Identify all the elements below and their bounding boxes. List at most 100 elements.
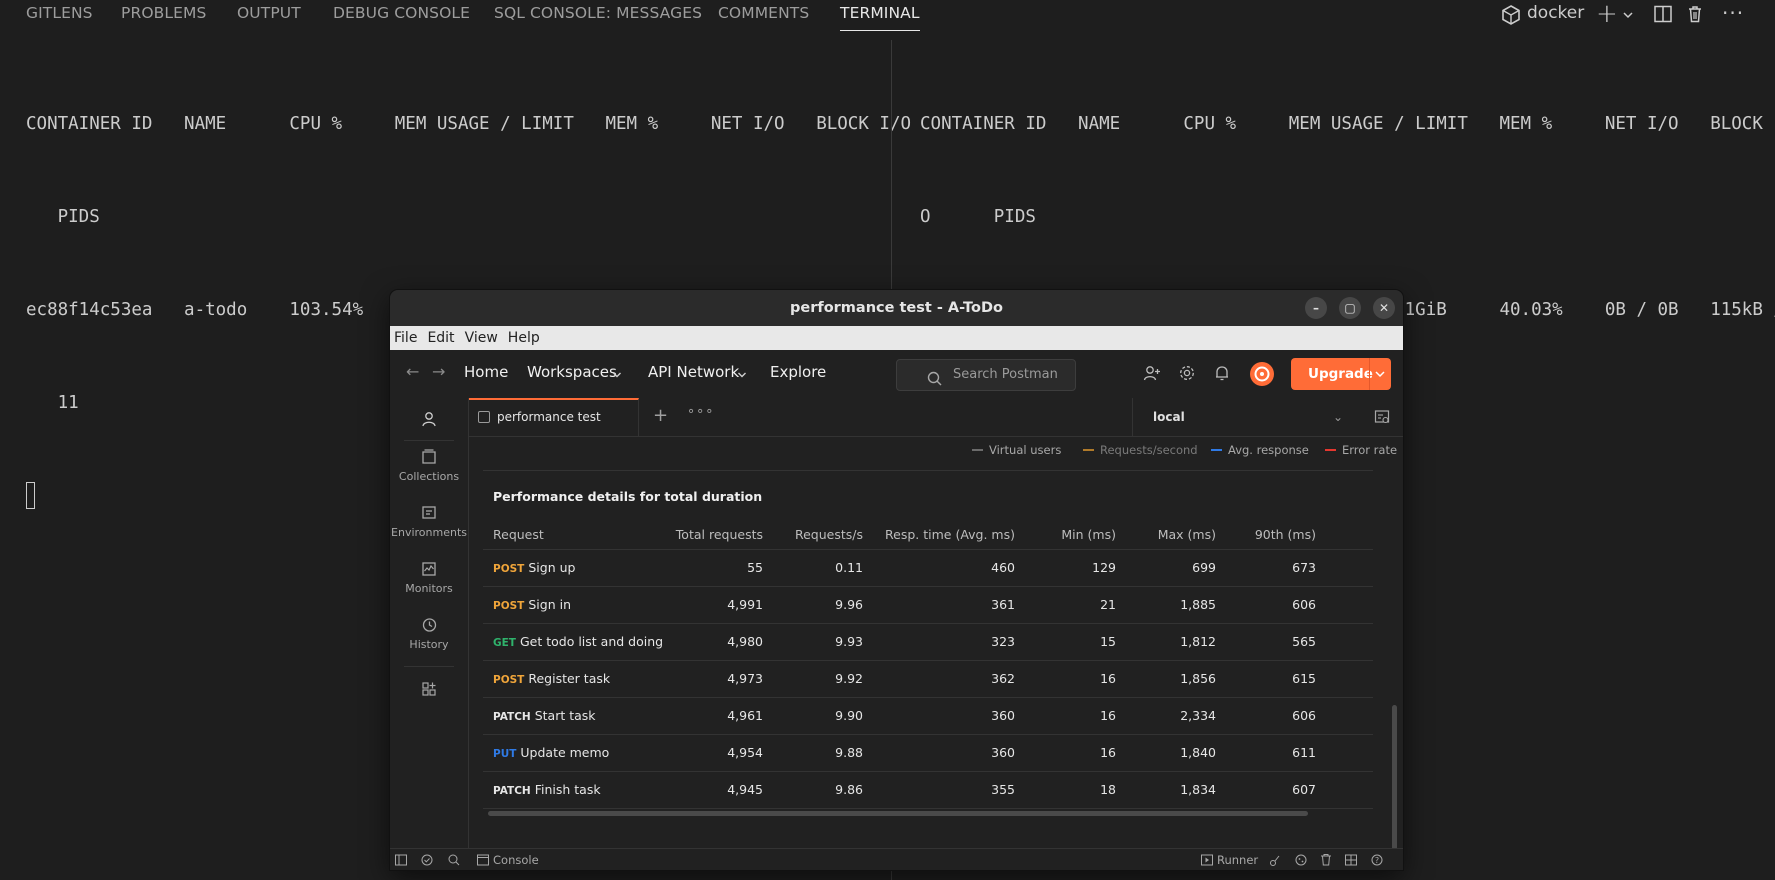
legend-item: Avg. response [1211,443,1309,457]
environment-selector[interactable]: local ⌄ [1132,398,1355,436]
sidebar-item-history[interactable]: History [390,616,468,651]
tab-comments[interactable]: COMMENTS [718,4,809,22]
more-tabs-icon[interactable]: ∘∘∘ [687,404,714,419]
sidebar-item-environments[interactable]: Environments [390,504,468,539]
online-status-icon[interactable] [421,849,433,870]
avatar[interactable] [1250,362,1274,386]
upgrade-button[interactable]: Upgrade [1291,358,1391,390]
minimize-icon[interactable]: – [1305,297,1327,319]
min-cell: 18 [1100,782,1116,797]
bell-icon[interactable] [1213,364,1231,386]
sidebar-item-collections[interactable]: Collections [390,448,468,483]
requests-per-second-cell: 9.92 [835,671,863,686]
min-cell: 21 [1100,597,1116,612]
terminal-profile-label[interactable]: docker [1527,3,1584,23]
menu-edit[interactable]: Edit [427,330,454,346]
trash-icon[interactable] [1685,4,1705,28]
total-requests-cell: 4,973 [727,671,763,686]
tab-performance-test[interactable]: performance test [469,398,639,436]
performance-results: Virtual users Requests/second Avg. respo… [469,437,1403,848]
avg-response-cell: 355 [991,782,1015,797]
chevron-down-icon[interactable] [612,366,622,384]
cookies-icon[interactable] [1295,849,1307,870]
more-actions-icon[interactable]: ··· [1722,1,1744,25]
legend-label: Error rate [1342,443,1398,457]
menu-view[interactable]: View [465,330,498,346]
avg-response-cell: 362 [991,671,1015,686]
vertical-scrollbar[interactable] [1392,705,1397,850]
tab-sql-console-messages[interactable]: SQL CONSOLE: MESSAGES [494,4,702,22]
table-row[interactable]: POST Sign in 4,991 9.96 361 21 1,885 606 [483,587,1373,624]
search-input[interactable]: Search Postman [896,359,1076,391]
table-row[interactable]: PATCH Start task 4,961 9.90 360 16 2,334 606 [483,698,1373,735]
search-placeholder: Search Postman [953,367,1058,382]
two-pane-view-icon[interactable] [1345,849,1357,870]
capture-requests-icon[interactable] [1269,849,1281,870]
table-row[interactable]: POST Register task 4,973 9.92 362 16 1,856 615 [483,661,1373,698]
toggle-sidebar-icon[interactable] [395,849,407,870]
gear-icon[interactable] [1178,364,1196,386]
console-button[interactable]: Console [493,849,539,870]
environment-quick-look-icon[interactable] [1374,409,1390,429]
menu-file[interactable]: File [394,330,417,346]
column-header: Resp. time (Avg. ms) [885,527,1015,542]
legend-item: Virtual users [972,443,1061,457]
tab-problems[interactable]: PROBLEMS [121,4,206,22]
search-icon [927,368,942,398]
avg-response-cell: 323 [991,634,1015,649]
invite-user-icon[interactable] [1143,364,1161,386]
terminal-profile-selector[interactable] [1500,4,1522,30]
configure-sidebar-icon[interactable] [390,680,468,702]
menu-help[interactable]: Help [508,330,540,346]
min-cell: 129 [1092,560,1116,575]
maximize-icon[interactable]: ▢ [1339,297,1361,319]
horizontal-scrollbar[interactable] [488,811,1308,816]
nav-workspaces[interactable]: Workspaces [527,363,617,381]
tab-gitlens[interactable]: GITLENS [26,4,93,22]
window-title: performance test - A-ToDo [790,300,1003,316]
split-terminal-icon[interactable] [1653,4,1673,28]
console-icon[interactable] [477,849,489,870]
request-name: Register task [528,671,611,686]
requests-per-second-cell: 9.96 [835,597,863,612]
window-titlebar[interactable]: performance test - A-ToDo – ▢ ✕ [390,290,1403,326]
new-terminal-icon[interactable]: + [1596,0,1618,29]
min-cell: 16 [1100,745,1116,760]
close-icon[interactable]: ✕ [1373,297,1395,319]
forward-arrow-icon[interactable]: → [432,362,445,381]
chevron-down-icon[interactable] [737,366,747,384]
sidebar: Collections Environments Monitors Histor… [390,398,469,848]
table-row[interactable]: PUT Update memo 4,954 9.88 360 16 1,840 611 [483,735,1373,772]
chevron-down-icon[interactable] [1622,6,1634,25]
table-row[interactable]: POST Sign up 55 0.11 460 129 699 673 [483,550,1373,587]
find-icon[interactable] [448,849,460,870]
runner-button[interactable]: Runner [1217,849,1258,870]
request-name: Sign up [528,560,576,575]
table-header: Request Total requests Requests/s Resp. … [483,519,1373,550]
new-tab-icon[interactable]: + [653,405,668,426]
total-requests-cell: 4,980 [727,634,763,649]
requests-per-second-cell: 9.90 [835,708,863,723]
sidebar-item-label: History [409,638,449,651]
runner-icon[interactable] [1201,849,1213,870]
help-icon[interactable]: ? [1371,849,1383,870]
sidebar-item-monitors[interactable]: Monitors [390,560,468,595]
tab-terminal[interactable]: TERMINAL [840,4,920,31]
tab-debug-console[interactable]: DEBUG CONSOLE [333,4,470,22]
user-icon[interactable] [390,410,468,432]
table-row[interactable]: PATCH Finish task 4,945 9.86 355 18 1,834 607 [483,772,1373,809]
runner-icon [478,411,490,423]
back-arrow-icon[interactable]: ← [406,362,419,381]
nav-api-network[interactable]: API Network [648,363,739,381]
postman-window: performance test - A-ToDo – ▢ ✕ File Edit… [390,290,1403,870]
table-row[interactable]: GET Get todo list and doing 4,980 9.93 323 15… [483,624,1373,661]
nav-home[interactable]: Home [464,363,508,381]
trash-icon[interactable] [1320,849,1332,870]
request-name-cell: POST Sign in [493,597,571,612]
tab-output[interactable]: OUTPUT [237,4,301,22]
chevron-down-icon[interactable] [1374,358,1386,402]
requests-per-second-cell: 9.93 [835,634,863,649]
legend-item: Requests/second [1083,443,1198,457]
avg-response-cell: 460 [991,560,1015,575]
nav-explore[interactable]: Explore [770,363,826,381]
